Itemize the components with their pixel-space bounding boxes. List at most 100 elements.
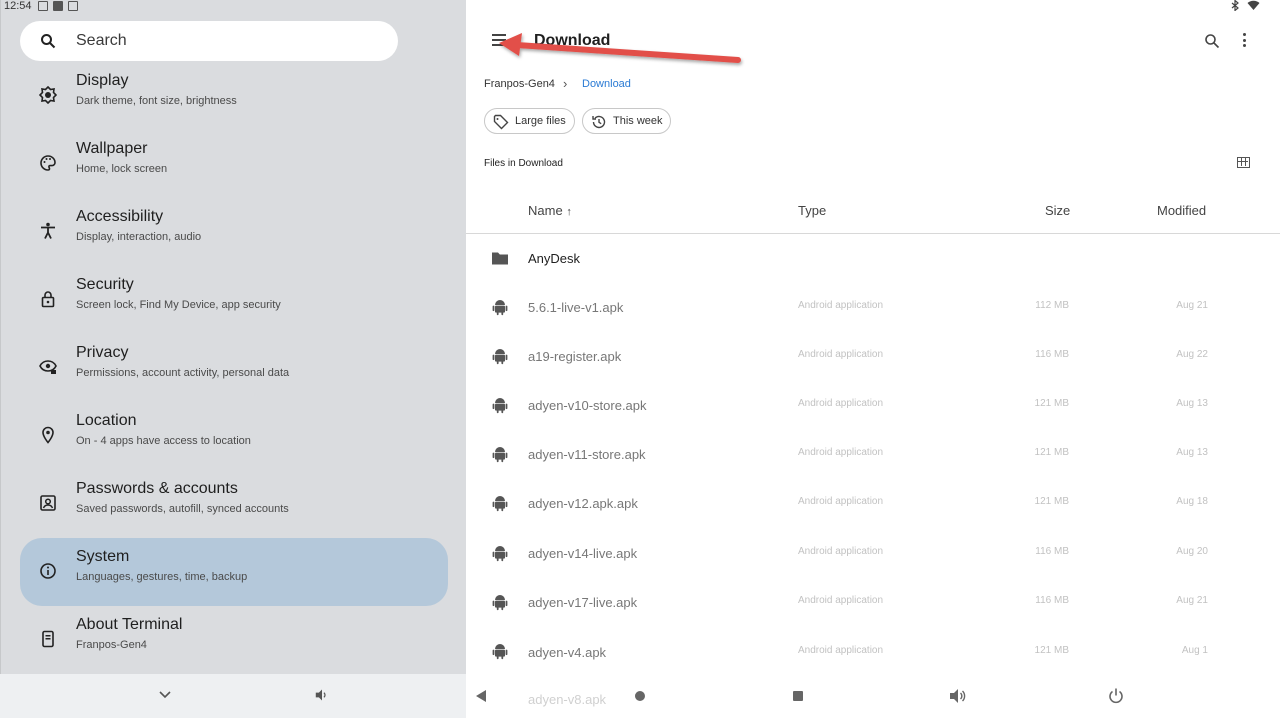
file-modified: Aug 21 [1176, 300, 1208, 311]
home-icon[interactable] [634, 690, 646, 702]
annotation-arrow [499, 33, 741, 63]
file-size: 112 MB [1035, 300, 1069, 311]
file-modified: Aug 1 [1181, 645, 1208, 656]
android-icon [492, 546, 508, 562]
recents-icon[interactable] [792, 690, 804, 702]
file-size: 121 MB [1034, 398, 1069, 409]
location-pin-icon [42, 426, 54, 444]
settings-item-security[interactable]: Security Screen lock, Find My Device, ap… [20, 266, 448, 334]
settings-item-subtitle: Home, lock screen [76, 163, 168, 175]
settings-item-subtitle: Display, interaction, audio [76, 231, 202, 243]
column-header-name[interactable]: Name ↑ [528, 203, 572, 218]
chip-label: This week [613, 115, 663, 127]
android-icon [492, 644, 508, 660]
settings-item-title: Display [76, 72, 129, 89]
file-size: 121 MB [1034, 645, 1069, 656]
settings-item-display[interactable]: Display Dark theme, font size, brightnes… [20, 62, 448, 130]
settings-bottom-bar [0, 674, 466, 718]
android-icon [492, 300, 508, 316]
settings-item-title: Security [76, 276, 134, 293]
file-name: adyen-v12.apk.apk [528, 496, 638, 511]
file-size: 116 MB [1035, 595, 1069, 606]
column-header-type[interactable]: Type [798, 203, 826, 218]
account-box-icon [40, 495, 56, 511]
file-row[interactable]: AnyDesk [466, 234, 1280, 283]
chevron-down-icon[interactable] [159, 691, 171, 699]
settings-item-title: System [76, 548, 130, 565]
settings-item-passwords-accounts[interactable]: Passwords & accounts Saved passwords, au… [20, 470, 448, 538]
settings-item-privacy[interactable]: Privacy Permissions, account activity, p… [20, 334, 448, 402]
file-row[interactable]: 5.6.1-live-v1.apk Android application 11… [466, 283, 1280, 332]
android-icon [492, 398, 508, 414]
settings-item-location[interactable]: Location On - 4 apps have access to loca… [20, 402, 448, 470]
eye-lock-icon [39, 360, 57, 374]
settings-search-bar[interactable]: Search [20, 21, 398, 61]
file-type: Android application [798, 398, 884, 409]
file-name: adyen-v11-store.apk [528, 447, 646, 462]
file-name: adyen-v4.apk [528, 645, 607, 660]
power-icon[interactable] [1108, 687, 1124, 705]
bluetooth-icon [1231, 0, 1239, 11]
breadcrumb-root[interactable]: Franpos-Gen4 [484, 78, 555, 90]
settings-item-title: About Terminal [76, 616, 183, 633]
brightness-icon [39, 86, 57, 104]
file-modified: Aug 13 [1176, 447, 1208, 458]
android-icon [492, 349, 508, 365]
file-modified: Aug 18 [1176, 496, 1208, 507]
tag-icon [493, 114, 509, 130]
file-row[interactable]: adyen-v17-live.apk Android application 1… [466, 578, 1280, 627]
file-type: Android application [798, 447, 884, 458]
settings-item-about-terminal[interactable]: About Terminal Franpos-Gen4 [20, 606, 448, 674]
file-name: adyen-v17-live.apk [528, 595, 638, 610]
android-icon [492, 595, 508, 611]
chip-label: Large files [515, 115, 566, 127]
file-name: a19-register.apk [528, 349, 622, 364]
column-header-size[interactable]: Size [1045, 203, 1070, 218]
file-modified: Aug 20 [1176, 546, 1208, 557]
file-size: 121 MB [1034, 447, 1069, 458]
status-time: 12:54 [4, 0, 32, 12]
notification-icon [38, 1, 48, 11]
settings-item-accessibility[interactable]: Accessibility Display, interaction, audi… [20, 198, 448, 266]
file-type: Android application [798, 349, 884, 360]
settings-item-system[interactable]: System Languages, gestures, time, backup [20, 538, 448, 606]
settings-item-title: Location [76, 412, 137, 429]
file-row[interactable]: adyen-v11-store.apk Android application … [466, 430, 1280, 479]
settings-item-subtitle: Permissions, account activity, personal … [76, 367, 290, 379]
phone-icon [42, 630, 54, 648]
grid-view-icon[interactable] [1237, 157, 1250, 168]
lock-icon [41, 291, 55, 308]
file-row[interactable]: adyen-v14-live.apk Android application 1… [466, 529, 1280, 578]
file-type: Android application [798, 645, 884, 656]
chip-large-files[interactable]: Large files [484, 108, 575, 134]
volume-icon[interactable] [315, 688, 329, 702]
settings-item-title: Accessibility [76, 208, 164, 225]
info-icon [40, 563, 56, 579]
history-icon [592, 115, 606, 129]
file-name: AnyDesk [528, 251, 581, 266]
settings-item-wallpaper[interactable]: Wallpaper Home, lock screen [20, 130, 448, 198]
file-row[interactable]: a19-register.apk Android application 116… [466, 332, 1280, 381]
file-row[interactable]: adyen-v4.apk Android application 121 MB … [466, 627, 1280, 676]
column-header-modified[interactable]: Modified [1157, 203, 1206, 218]
search-icon[interactable] [1204, 33, 1220, 49]
file-modified: Aug 13 [1176, 398, 1208, 409]
back-icon[interactable] [475, 689, 487, 703]
file-name: adyen-v10-store.apk [528, 398, 647, 413]
more-options-icon[interactable] [1243, 33, 1246, 50]
file-row[interactable]: adyen-v10-store.apk Android application … [466, 381, 1280, 430]
file-row[interactable]: adyen-v12.apk.apk Android application 12… [466, 479, 1280, 528]
settings-item-title: Passwords & accounts [76, 480, 238, 497]
section-title: Files in Download [484, 158, 563, 169]
message-icon [53, 1, 63, 11]
settings-item-subtitle: Saved passwords, autofill, synced accoun… [76, 503, 289, 515]
column-header-name-label: Name [528, 203, 563, 218]
folder-icon [492, 252, 508, 265]
palette-icon [40, 155, 56, 171]
chip-this-week[interactable]: This week [582, 108, 671, 134]
settings-pane: Search Display Dark theme, font size, br… [0, 0, 466, 718]
android-icon [492, 447, 508, 463]
volume-icon[interactable] [949, 688, 967, 704]
breadcrumb-current[interactable]: Download [582, 78, 631, 90]
wifi-icon [1247, 0, 1260, 10]
